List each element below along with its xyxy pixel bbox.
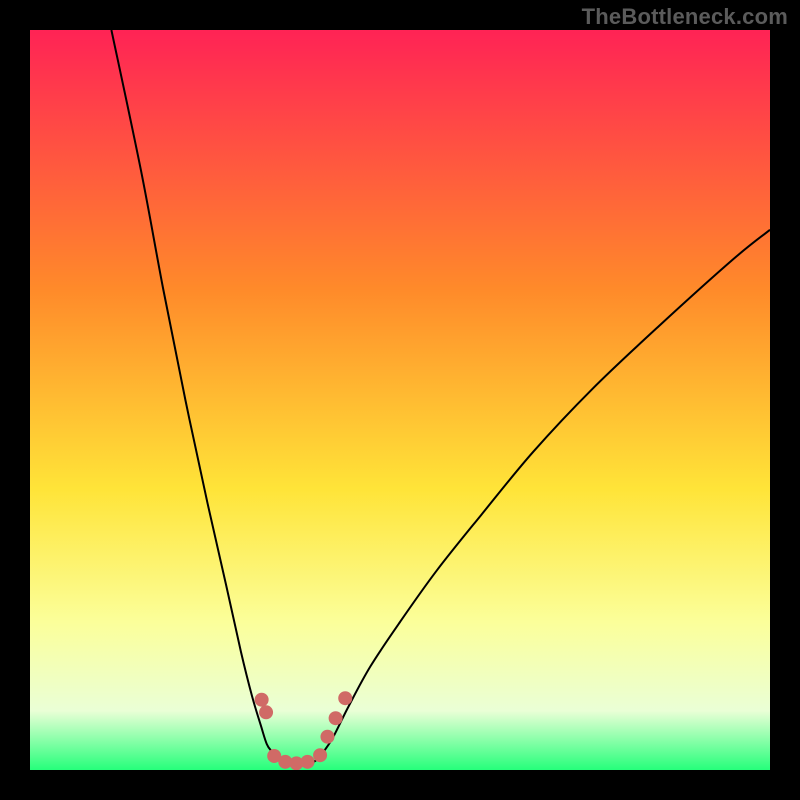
marker-point — [338, 691, 352, 705]
plot-area — [30, 30, 770, 770]
watermark-text: TheBottleneck.com — [582, 4, 788, 30]
marker-point — [313, 748, 327, 762]
marker-point — [259, 705, 273, 719]
marker-point — [329, 711, 343, 725]
chart-frame: TheBottleneck.com — [0, 0, 800, 800]
marker-point — [255, 693, 269, 707]
chart-svg — [30, 30, 770, 770]
marker-point — [320, 730, 334, 744]
marker-point — [301, 755, 315, 769]
gradient-background — [30, 30, 770, 770]
